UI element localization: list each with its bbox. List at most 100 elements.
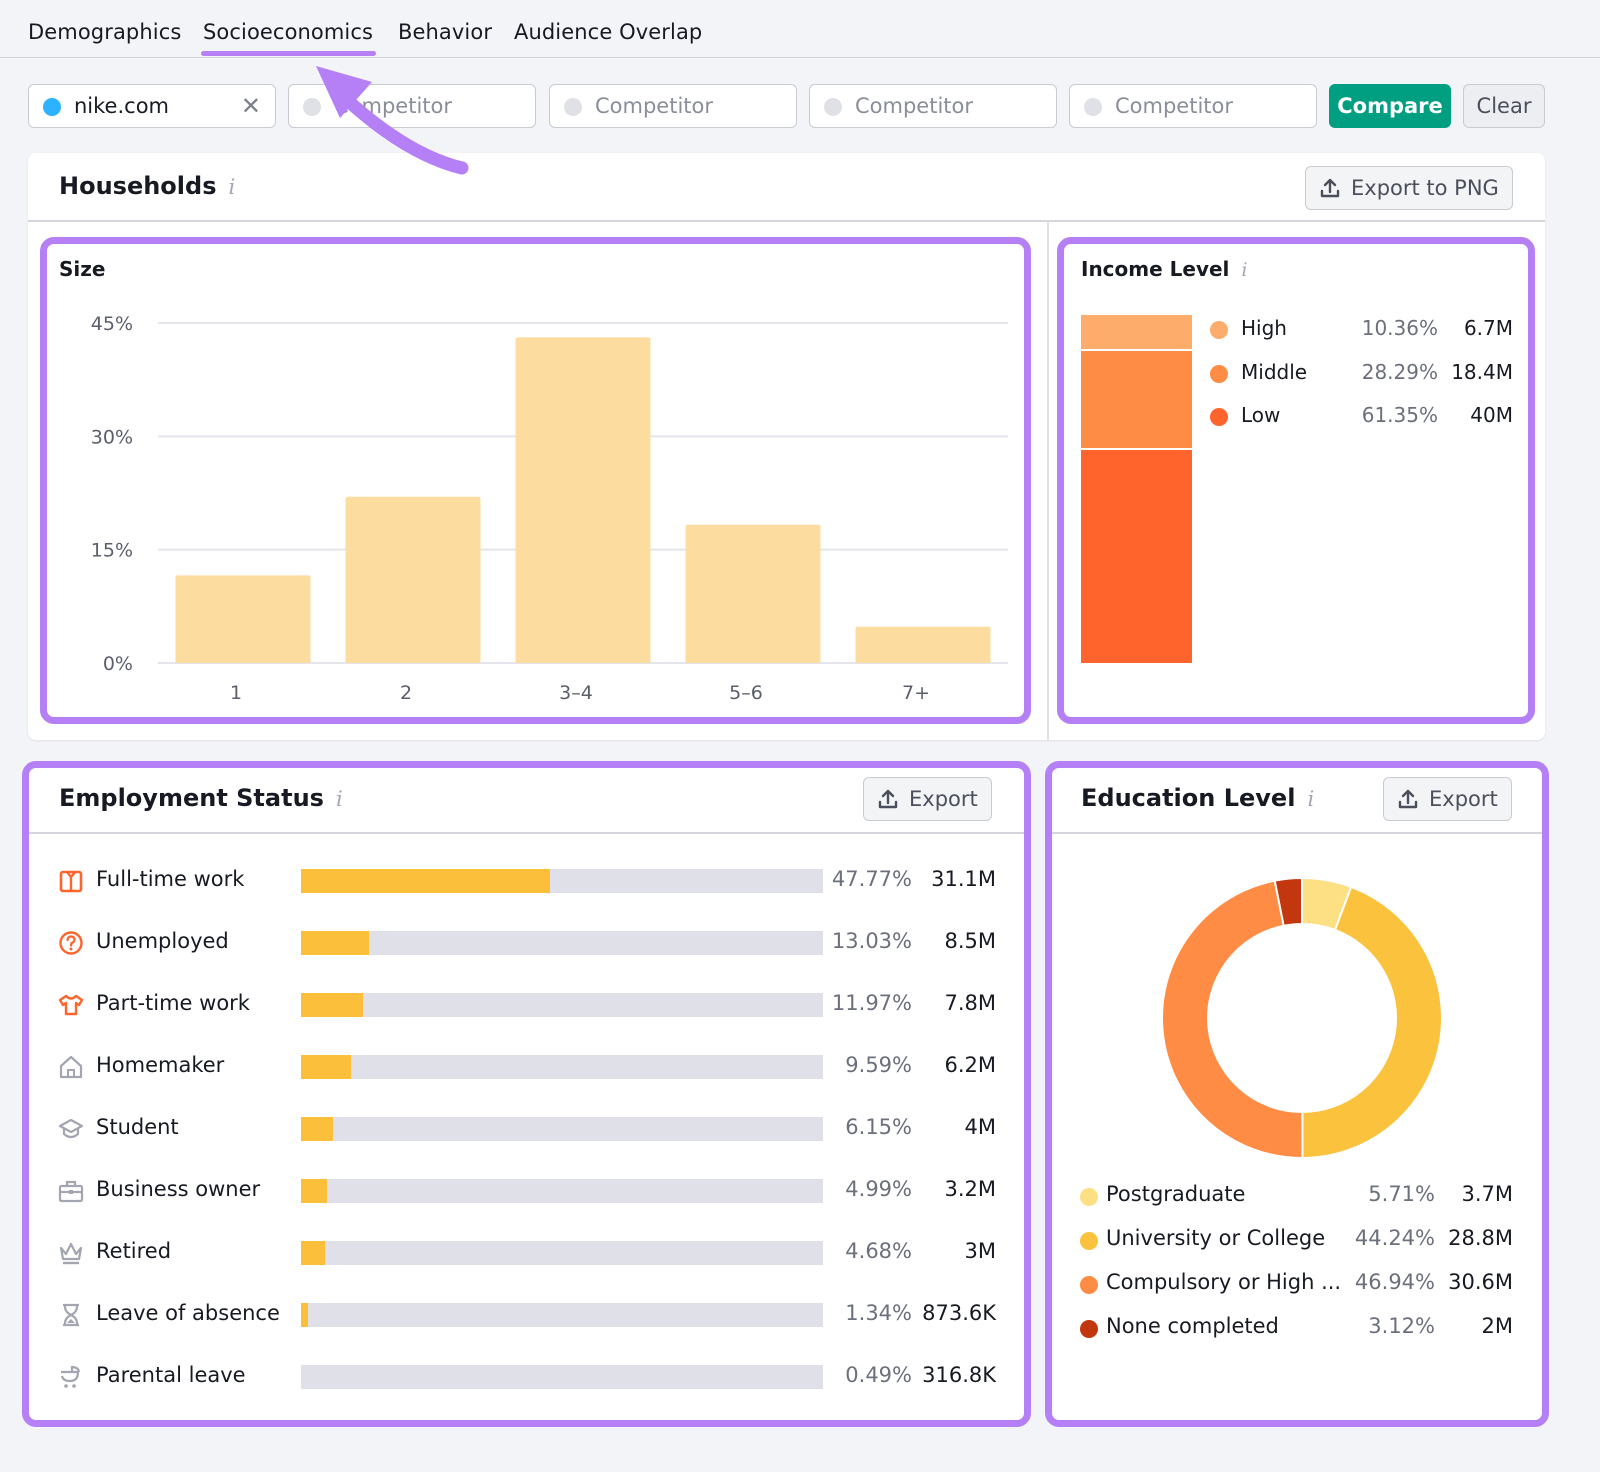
employment-label: Homemaker xyxy=(96,1053,225,1077)
education-label: University or College xyxy=(1106,1226,1326,1250)
employment-export-button[interactable]: Export xyxy=(863,777,992,821)
legend-dot xyxy=(1080,1276,1098,1294)
question-circle-icon xyxy=(59,931,83,955)
info-icon[interactable]: i xyxy=(229,175,236,199)
tab-audience-overlap[interactable]: Audience Overlap xyxy=(514,20,702,44)
employment-bar-track xyxy=(301,1303,823,1327)
competitor-placeholder: Competitor xyxy=(595,94,714,118)
employment-label: Leave of absence xyxy=(96,1301,280,1325)
competitor-placeholder: Competitor xyxy=(334,94,453,118)
employment-bar-track xyxy=(301,1055,823,1079)
employment-bar-fill xyxy=(301,869,551,893)
compare-button[interactable]: Compare xyxy=(1329,84,1451,128)
employment-pct: 11.97% xyxy=(831,991,912,1015)
income-label: High xyxy=(1241,316,1287,340)
education-title-text: Education Level xyxy=(1081,784,1296,812)
employment-bar-track xyxy=(301,1365,823,1389)
info-icon[interactable]: i xyxy=(1307,787,1314,811)
shirt-tie-icon xyxy=(59,870,83,893)
employment-pct: 6.15% xyxy=(845,1115,912,1139)
employment-bar-track xyxy=(301,869,823,893)
employment-count: 6.2M xyxy=(944,1053,996,1077)
donut-slice[interactable] xyxy=(1301,885,1443,1160)
competitor-input-4[interactable]: Competitor xyxy=(1069,84,1317,128)
education-label: Compulsory or High ... xyxy=(1106,1270,1342,1294)
size-bar[interactable] xyxy=(685,524,821,663)
employment-count: 31.1M xyxy=(931,867,996,891)
size-bar[interactable] xyxy=(345,496,481,663)
income-pct: 28.29% xyxy=(1361,359,1438,384)
employment-row: Retired 4.68% 3M xyxy=(56,1238,996,1268)
education-count: 30.6M xyxy=(1448,1270,1513,1294)
size-bar-chart: 0% 15% 30% 45% 1 2 3–4 5–6 7+ xyxy=(91,313,1008,704)
x-tick-label: 2 xyxy=(400,682,412,704)
size-title: Size xyxy=(59,257,106,281)
legend-dot xyxy=(1080,1188,1098,1206)
employment-pct: 13.03% xyxy=(831,929,912,953)
education-pct: 3.12% xyxy=(1368,1314,1435,1338)
export-png-button[interactable]: Export to PNG xyxy=(1305,166,1513,210)
tshirt-icon xyxy=(58,994,84,1016)
employment-label: Part-time work xyxy=(96,991,250,1015)
employment-row: Unemployed 13.03% 8.5M xyxy=(56,928,996,958)
education-label: None completed xyxy=(1106,1314,1279,1338)
education-export-button[interactable]: Export xyxy=(1383,777,1512,821)
employment-bar-fill xyxy=(301,931,370,955)
tab-bar: Demographics Socioeconomics Behavior Aud… xyxy=(0,0,1600,58)
x-tick-label: 1 xyxy=(230,682,242,704)
size-bar[interactable] xyxy=(175,575,311,663)
employment-pct: 9.59% xyxy=(845,1053,912,1077)
employment-label: Student xyxy=(96,1115,179,1139)
export-label: Export xyxy=(909,787,978,811)
clear-domain-icon[interactable]: ✕ xyxy=(241,92,261,120)
employment-label: Full-time work xyxy=(96,867,245,891)
households-title-text: Households xyxy=(59,172,217,200)
graduation-cap-icon xyxy=(58,1118,84,1139)
employment-count: 4M xyxy=(964,1115,996,1139)
clear-button[interactable]: Clear xyxy=(1463,84,1545,128)
income-count: 40M xyxy=(1470,403,1513,427)
size-bar[interactable] xyxy=(855,626,991,663)
domain-color-dot xyxy=(824,98,842,116)
households-divider xyxy=(28,220,1545,222)
employment-bar-fill xyxy=(301,1117,334,1141)
employment-bar-track xyxy=(301,1117,823,1141)
donut-slice[interactable] xyxy=(1161,879,1304,1159)
income-segment-middle[interactable] xyxy=(1081,351,1192,449)
size-bar[interactable] xyxy=(515,337,651,663)
employment-title-text: Employment Status xyxy=(59,784,324,812)
employment-row: Leave of absence 1.34% 873.6K xyxy=(56,1300,996,1330)
employment-bar-fill xyxy=(301,1055,352,1079)
income-label: Low xyxy=(1241,403,1281,427)
employment-bar-track xyxy=(301,1241,823,1265)
tab-socioeconomics[interactable]: Socioeconomics xyxy=(200,20,377,56)
competitor-input-2[interactable]: Competitor xyxy=(549,84,797,128)
info-icon[interactable]: i xyxy=(1241,259,1247,281)
households-title: Households i xyxy=(59,172,235,200)
upload-icon xyxy=(1398,789,1418,809)
tab-behavior[interactable]: Behavior xyxy=(398,20,492,44)
baby-stroller-icon xyxy=(60,1365,81,1388)
competitor-input-1[interactable]: Competitor xyxy=(288,84,536,128)
income-legend-row: Middle 28.29% 18.4M xyxy=(1210,360,1513,390)
info-icon[interactable]: i xyxy=(336,787,343,811)
employment-count: 7.8M xyxy=(944,991,996,1015)
tab-demographics[interactable]: Demographics xyxy=(28,20,181,44)
education-legend-row: University or College 44.24% 28.8M xyxy=(1080,1226,1513,1256)
income-segment-low[interactable] xyxy=(1081,450,1192,663)
education-pct: 44.24% xyxy=(1354,1226,1435,1250)
crown-icon xyxy=(59,1242,83,1265)
x-tick-label: 7+ xyxy=(902,682,930,704)
employment-label: Unemployed xyxy=(96,929,229,953)
income-pct: 61.35% xyxy=(1361,403,1438,427)
income-segment-high[interactable] xyxy=(1081,315,1192,350)
employment-row: Part-time work 11.97% 7.8M xyxy=(56,990,996,1020)
education-label: Postgraduate xyxy=(1106,1182,1246,1206)
employment-label: Retired xyxy=(96,1239,172,1263)
employment-count: 3.2M xyxy=(944,1177,996,1201)
main-domain-input[interactable]: nike.com ✕ xyxy=(28,84,276,128)
education-count: 3.7M xyxy=(1461,1182,1513,1206)
education-divider xyxy=(1050,832,1545,834)
competitor-input-3[interactable]: Competitor xyxy=(809,84,1057,128)
employment-row: Business owner 4.99% 3.2M xyxy=(56,1176,996,1206)
